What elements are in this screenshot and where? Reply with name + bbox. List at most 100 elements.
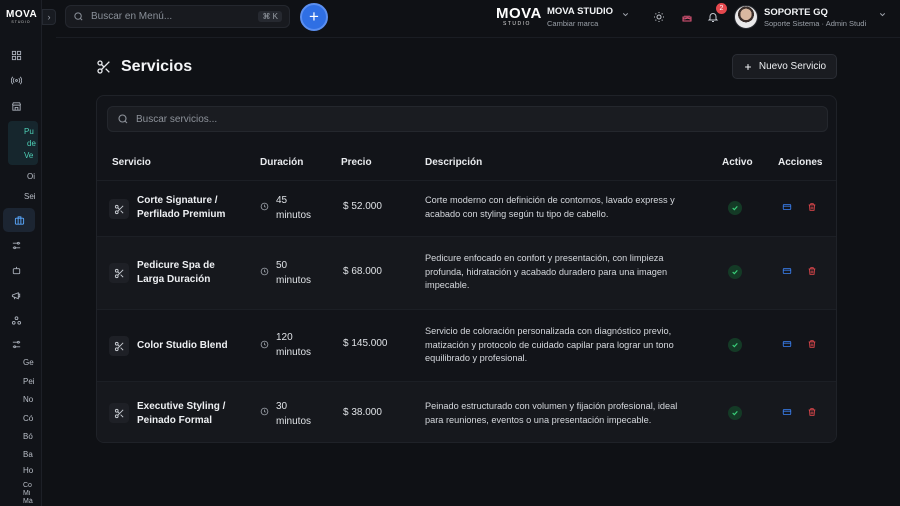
brand-name[interactable]: MOVA STUDIO <box>547 6 613 17</box>
delete-icon[interactable] <box>807 339 817 352</box>
service-price: $ 52.000 <box>343 201 382 212</box>
edit-icon[interactable] <box>782 339 792 352</box>
column-header-active[interactable]: Activo <box>722 157 753 168</box>
sidebar-toggle-button[interactable]: › <box>42 9 56 25</box>
briefcase-icon[interactable] <box>3 208 35 232</box>
active-check-icon[interactable] <box>728 265 742 279</box>
chevron-down-icon[interactable] <box>621 10 630 22</box>
scissors-icon <box>109 263 129 283</box>
table-row[interactable]: Corte Signature / Perfilado Premium 45 m… <box>97 180 836 236</box>
clock-icon <box>260 407 269 419</box>
service-name-line: Pedicure Spa de <box>137 260 215 271</box>
clock-icon <box>260 267 269 279</box>
clock-icon <box>260 340 269 352</box>
table-row[interactable]: Color Studio Blend 120 minutos $ 145.000… <box>97 309 836 381</box>
sidebar-item-label: de <box>27 139 36 148</box>
menu-search-placeholder: Buscar en Menú... <box>91 11 173 22</box>
network-icon[interactable] <box>6 310 26 330</box>
delete-icon[interactable] <box>807 266 817 279</box>
sun-icon[interactable] <box>652 10 666 24</box>
sliders-icon[interactable] <box>6 235 26 255</box>
duration-unit: minutos <box>276 346 312 358</box>
sidebar-subitem[interactable]: Co <box>23 482 32 489</box>
edit-icon[interactable] <box>782 266 792 279</box>
service-duration: 50 minutos <box>276 259 326 288</box>
active-check-icon[interactable] <box>728 406 742 420</box>
sidebar-subitem[interactable]: Có <box>23 414 33 423</box>
sidebar-subitem[interactable]: Oi <box>27 172 35 181</box>
shortcut-badge: ⌘ K <box>258 11 282 22</box>
service-name-line: Executive Styling / <box>137 401 226 412</box>
services-search-placeholder: Buscar servicios... <box>136 113 218 125</box>
sidebar-subitem[interactable]: Ba <box>23 450 33 459</box>
sidebar-subitem[interactable]: Pei <box>23 377 35 386</box>
page-title: Servicios <box>121 58 193 75</box>
sidebar-subitem[interactable]: Bó <box>23 432 33 441</box>
change-brand-link[interactable]: Cambiar marca <box>547 19 598 28</box>
active-check-icon[interactable] <box>728 201 742 215</box>
new-service-label: Nuevo Servicio <box>758 61 827 72</box>
service-description: Corte moderno con definición de contorno… <box>425 195 675 219</box>
service-description: Peinado estructurado con volumen y fijac… <box>425 401 678 425</box>
sidebar-item-label: Ve <box>24 151 34 160</box>
sidebar-logo[interactable]: MOVA STUDIO <box>6 9 37 24</box>
table-row[interactable]: Pedicure Spa de Larga Duración 50 minuto… <box>97 236 836 309</box>
scissors-icon <box>109 403 129 423</box>
quick-add-button[interactable]: + <box>300 3 328 31</box>
services-search-input[interactable]: Buscar servicios... <box>107 106 828 132</box>
dashboard-icon[interactable] <box>6 45 26 65</box>
edit-icon[interactable] <box>782 202 792 215</box>
service-name: Corte Signature / Perfilado Premium <box>137 194 252 222</box>
service-name: Color Studio Blend <box>137 339 252 353</box>
service-name: Executive Styling / Peinado Formal <box>137 400 252 428</box>
notification-count-badge: 2 <box>716 3 727 14</box>
search-icon <box>118 114 128 124</box>
new-service-button[interactable]: Nuevo Servicio <box>732 54 837 79</box>
menu-search-input[interactable]: Buscar en Menú... ⌘ K <box>65 5 290 28</box>
sidebar-subitem[interactable]: Sei <box>24 192 36 201</box>
column-header-actions[interactable]: Acciones <box>778 157 822 168</box>
service-name-line: Color Studio Blend <box>137 340 228 351</box>
sidebar-subitem[interactable]: No <box>23 395 33 404</box>
duration-value: 120 <box>276 332 293 343</box>
scissors-icon <box>96 59 112 75</box>
column-header-description[interactable]: Descripción <box>425 157 482 168</box>
service-name-line: Corte Signature / <box>137 195 218 206</box>
column-header-duration[interactable]: Duración <box>260 157 303 168</box>
duration-unit: minutos <box>276 209 312 221</box>
service-name-line: Larga Duración <box>137 274 211 285</box>
service-duration: 30 minutos <box>276 400 326 429</box>
table-row[interactable]: Executive Styling / Peinado Formal 30 mi… <box>97 381 836 442</box>
sidebar-subitem[interactable]: Mi <box>23 490 30 497</box>
search-icon <box>74 12 83 21</box>
avatar[interactable] <box>734 5 758 29</box>
services-card: Buscar servicios... Servicio Duración Pr… <box>96 95 837 443</box>
duration-value: 45 <box>276 195 288 206</box>
plus-icon <box>744 63 751 70</box>
brand-logo: MOVA STUDIO <box>496 6 541 28</box>
service-name-line: Perfilado Premium <box>137 209 226 220</box>
delete-icon[interactable] <box>807 202 817 215</box>
delete-icon[interactable] <box>807 407 817 420</box>
megaphone-icon[interactable] <box>6 285 26 305</box>
store-icon[interactable] <box>6 96 26 116</box>
user-name[interactable]: SOPORTE GQ <box>764 7 828 18</box>
service-duration: 45 minutos <box>276 194 326 223</box>
cake-icon[interactable] <box>680 10 694 24</box>
sidebar-subitem[interactable]: Ho <box>23 466 33 475</box>
column-header-service[interactable]: Servicio <box>112 157 151 168</box>
sidebar-subitem[interactable]: Má <box>23 498 33 505</box>
broadcast-icon[interactable] <box>6 70 26 90</box>
robot-icon[interactable] <box>6 260 26 280</box>
settings-sliders-icon[interactable] <box>6 334 26 354</box>
active-check-icon[interactable] <box>728 338 742 352</box>
sidebar-subitem[interactable]: Ge <box>23 358 34 367</box>
scissors-icon <box>109 336 129 356</box>
edit-icon[interactable] <box>782 407 792 420</box>
logo-subtext: STUDIO <box>11 20 31 24</box>
service-price: $ 145.000 <box>343 338 388 349</box>
duration-unit: minutos <box>276 274 312 286</box>
column-header-price[interactable]: Precio <box>341 157 372 168</box>
chevron-down-icon[interactable] <box>878 10 887 22</box>
scissors-icon <box>109 199 129 219</box>
